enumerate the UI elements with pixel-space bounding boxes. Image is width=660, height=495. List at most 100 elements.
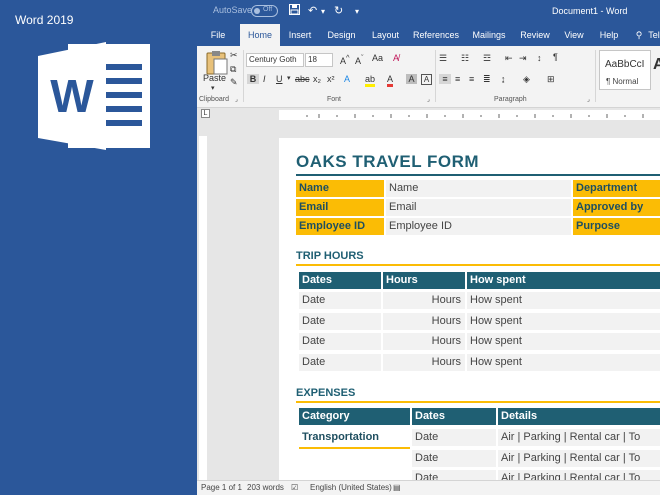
redo-icon[interactable]: ↻: [334, 4, 343, 17]
trip-hours-cell[interactable]: Hours: [383, 292, 465, 309]
decrease-indent-icon[interactable]: ⇤: [505, 53, 513, 64]
grow-font-icon[interactable]: A^: [340, 53, 350, 66]
expense-date-cell[interactable]: Date: [412, 470, 496, 480]
language-status[interactable]: English (United States): [310, 483, 392, 492]
sort-icon[interactable]: ↕: [537, 53, 542, 63]
ribbon-separator: [243, 50, 244, 102]
tab-tell-me[interactable]: Tell: [645, 24, 660, 46]
horizontal-ruler[interactable]: L: [197, 108, 660, 122]
strikethrough-button[interactable]: abc: [295, 74, 310, 84]
tab-design[interactable]: Design: [325, 24, 358, 46]
style-heading-partial[interactable]: A: [653, 56, 660, 74]
document-page[interactable]: OAKS TRAVEL FORM Name Name Department Em…: [279, 138, 660, 480]
trip-hours-cell[interactable]: Hours: [383, 354, 465, 371]
page-count[interactable]: Page 1 of 1: [201, 483, 242, 492]
tab-review[interactable]: Review: [519, 24, 551, 46]
trip-date-cell[interactable]: Date: [299, 333, 381, 350]
customize-qat-icon[interactable]: ▾: [355, 7, 359, 16]
expense-date-cell[interactable]: Date: [412, 429, 496, 446]
tab-insert[interactable]: Insert: [285, 24, 315, 46]
tab-help[interactable]: Help: [597, 24, 621, 46]
section-rule: [296, 401, 660, 403]
undo-dropdown-icon[interactable]: ▾: [321, 7, 325, 16]
employee-id-field[interactable]: Employee ID: [386, 218, 571, 235]
copy-icon[interactable]: ⧉: [230, 64, 236, 75]
multilevel-list-icon[interactable]: ☲: [483, 53, 491, 64]
line-spacing-icon[interactable]: ↨: [501, 74, 506, 84]
superscript-button[interactable]: x²: [327, 74, 335, 84]
show-marks-icon[interactable]: ¶: [553, 52, 558, 62]
macro-record-icon[interactable]: ▤: [393, 483, 401, 492]
highlight-icon[interactable]: ab: [365, 74, 376, 87]
trip-date-cell[interactable]: Date: [299, 313, 381, 330]
shrink-font-icon[interactable]: Aˇ: [355, 53, 364, 66]
trip-how-spent-cell[interactable]: How spent: [467, 354, 660, 371]
subscript-button[interactable]: x₂: [313, 74, 321, 84]
lightbulb-icon[interactable]: ⚲: [634, 24, 644, 46]
italic-button[interactable]: I: [263, 74, 266, 84]
expense-details-cell[interactable]: Air | Parking | Rental car | To: [498, 470, 660, 480]
svg-text:W: W: [50, 70, 94, 122]
save-icon[interactable]: [289, 4, 300, 18]
proofing-icon[interactable]: ☑: [291, 483, 298, 492]
paragraph-launcher-icon[interactable]: ⌟: [587, 96, 590, 103]
autosave-toggle[interactable]: Off: [251, 5, 278, 17]
underline-button[interactable]: U: [276, 74, 283, 84]
expense-details-cell[interactable]: Air | Parking | Rental car | To: [498, 450, 660, 467]
font-name-combo[interactable]: Century Goth: [246, 53, 304, 67]
shading-icon[interactable]: A: [406, 74, 417, 84]
email-field[interactable]: Email: [386, 199, 571, 216]
trip-hours-cell[interactable]: Hours: [383, 333, 465, 350]
clipboard-launcher-icon[interactable]: ⌟: [235, 96, 238, 103]
text-effects-icon[interactable]: A: [344, 74, 350, 84]
ribbon-separator: [595, 50, 596, 102]
ruler-ticks: [306, 114, 644, 118]
border-char-icon[interactable]: A: [421, 74, 432, 85]
align-right-icon[interactable]: ≡: [469, 74, 474, 84]
align-center-icon[interactable]: ≡: [455, 74, 460, 84]
font-size-combo[interactable]: 18: [305, 53, 333, 67]
tab-home[interactable]: Home: [240, 24, 280, 46]
format-painter-icon[interactable]: ✎: [230, 77, 238, 88]
increase-indent-icon[interactable]: ⇥: [519, 53, 527, 64]
tab-selector-icon[interactable]: L: [201, 109, 210, 118]
trip-hours-cell[interactable]: Hours: [383, 313, 465, 330]
vertical-ruler[interactable]: [197, 122, 209, 480]
expense-details-cell[interactable]: Air | Parking | Rental car | To: [498, 429, 660, 446]
cut-icon[interactable]: ✂: [230, 50, 238, 61]
expense-category-cell[interactable]: Transportation: [299, 429, 410, 446]
name-field[interactable]: Name: [386, 180, 571, 197]
tab-references[interactable]: References: [413, 24, 459, 46]
title-rule: [296, 174, 660, 176]
approved-by-label: Approved by: [573, 199, 660, 216]
undo-icon[interactable]: ↶: [308, 4, 317, 17]
trip-date-cell[interactable]: Date: [299, 292, 381, 309]
justify-icon[interactable]: ≣: [483, 74, 491, 85]
paste-dropdown-icon[interactable]: ▾: [211, 84, 215, 92]
clear-format-icon[interactable]: A̸: [393, 53, 399, 63]
font-color-icon[interactable]: A: [387, 74, 394, 87]
change-case-icon[interactable]: Aa: [372, 53, 383, 63]
align-left-icon[interactable]: ≡: [439, 74, 451, 84]
style-normal[interactable]: AaBbCcI ¶ Normal: [599, 50, 651, 90]
numbering-icon[interactable]: ☷: [461, 53, 469, 64]
font-launcher-icon[interactable]: ⌟: [427, 96, 430, 103]
paste-button[interactable]: Paste: [203, 73, 226, 83]
bold-button[interactable]: B: [247, 74, 259, 84]
tab-file[interactable]: File: [203, 24, 233, 46]
tab-view[interactable]: View: [561, 24, 587, 46]
paragraph-shading-icon[interactable]: ◈: [523, 74, 530, 85]
trip-how-spent-cell[interactable]: How spent: [467, 313, 660, 330]
font-group-label: Font: [327, 96, 342, 103]
tab-mailings[interactable]: Mailings: [470, 24, 508, 46]
trip-date-cell[interactable]: Date: [299, 354, 381, 371]
bullets-icon[interactable]: ☰: [439, 53, 447, 64]
word-count[interactable]: 203 words: [247, 483, 284, 492]
expense-date-cell[interactable]: Date: [412, 450, 496, 467]
borders-icon[interactable]: ⊞: [547, 74, 555, 85]
paragraph-group-label: Paragraph: [494, 96, 527, 103]
underline-dropdown-icon[interactable]: ▾: [287, 74, 291, 82]
tab-layout[interactable]: Layout: [369, 24, 402, 46]
trip-how-spent-cell[interactable]: How spent: [467, 292, 660, 309]
trip-how-spent-cell[interactable]: How spent: [467, 333, 660, 350]
